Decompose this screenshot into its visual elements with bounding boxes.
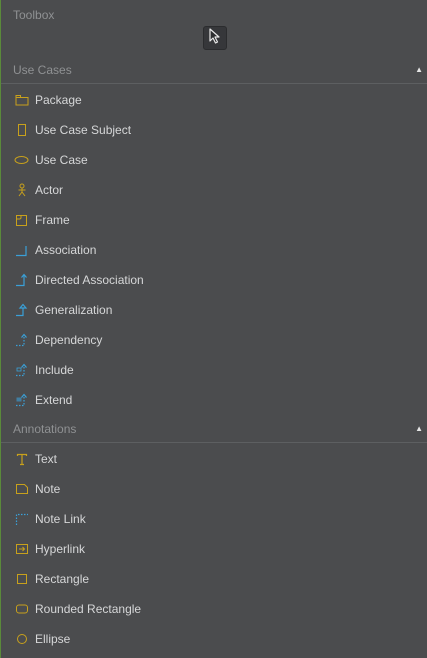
caret-up-icon[interactable]: ▲ bbox=[415, 65, 423, 74]
tool-use-case-subject[interactable]: Use Case Subject bbox=[1, 115, 427, 145]
tool-label: Rectangle bbox=[35, 572, 90, 586]
package-icon bbox=[14, 93, 29, 108]
tool-extend[interactable]: Extend bbox=[1, 385, 427, 415]
tool-label: Generalization bbox=[35, 303, 113, 317]
extend-icon bbox=[14, 393, 29, 408]
pointer-tool-row bbox=[1, 26, 427, 56]
actor-icon bbox=[14, 183, 29, 198]
tool-frame[interactable]: Frame bbox=[1, 205, 427, 235]
tool-hyperlink[interactable]: Hyperlink bbox=[1, 534, 427, 564]
cursor-arrow-icon bbox=[208, 27, 222, 49]
tool-package[interactable]: Package bbox=[1, 85, 427, 115]
tool-label: Extend bbox=[35, 393, 73, 407]
tool-label: Include bbox=[35, 363, 74, 377]
section-title: Use Cases bbox=[13, 62, 72, 77]
note-icon bbox=[14, 482, 29, 497]
section-items-use-cases: Package Use Case Subject Use Case Actor … bbox=[1, 84, 427, 415]
tool-note-link[interactable]: Note Link bbox=[1, 504, 427, 534]
tool-label: Use Case Subject bbox=[35, 123, 132, 137]
text-icon bbox=[14, 452, 29, 467]
tool-dependency[interactable]: Dependency bbox=[1, 325, 427, 355]
caret-up-icon[interactable]: ▲ bbox=[415, 424, 423, 433]
tool-association[interactable]: Association bbox=[1, 235, 427, 265]
tool-label: Actor bbox=[35, 183, 64, 197]
use-case-subject-icon bbox=[14, 123, 29, 138]
tool-label: Association bbox=[35, 243, 97, 257]
dependency-icon bbox=[14, 333, 29, 348]
use-case-icon bbox=[14, 153, 29, 168]
tool-label: Hyperlink bbox=[35, 542, 86, 556]
tool-label: Ellipse bbox=[35, 632, 71, 646]
tool-label: Text bbox=[35, 452, 58, 466]
tool-use-case[interactable]: Use Case bbox=[1, 145, 427, 175]
directed-association-icon bbox=[14, 273, 29, 288]
section-items-annotations: Text Note Note Link Hyperlink Rectangle bbox=[1, 443, 427, 654]
tool-include[interactable]: Include bbox=[1, 355, 427, 385]
tool-text[interactable]: Text bbox=[1, 444, 427, 474]
tool-label: Frame bbox=[35, 213, 70, 227]
tool-label: Note Link bbox=[35, 512, 86, 526]
section-header-use-cases[interactable]: Use Cases ▲ bbox=[1, 56, 427, 84]
tool-actor[interactable]: Actor bbox=[1, 175, 427, 205]
toolbox-panel: Toolbox Use Cases ▲ Package Use Case Sub… bbox=[0, 0, 427, 658]
tool-ellipse[interactable]: Ellipse bbox=[1, 624, 427, 654]
rectangle-icon bbox=[14, 572, 29, 587]
section-title: Annotations bbox=[13, 421, 77, 436]
ellipse-icon bbox=[14, 632, 29, 647]
association-icon bbox=[14, 243, 29, 258]
hyperlink-icon bbox=[14, 542, 29, 557]
toolbox-title: Toolbox bbox=[13, 8, 55, 22]
generalization-icon bbox=[14, 303, 29, 318]
tool-label: Note bbox=[35, 482, 61, 496]
tool-label: Rounded Rectangle bbox=[35, 602, 142, 616]
tool-label: Use Case bbox=[35, 153, 88, 167]
tool-generalization[interactable]: Generalization bbox=[1, 295, 427, 325]
rounded-rectangle-icon bbox=[14, 602, 29, 617]
tool-rounded-rectangle[interactable]: Rounded Rectangle bbox=[1, 594, 427, 624]
include-icon bbox=[14, 363, 29, 378]
frame-icon bbox=[14, 213, 29, 228]
tool-directed-association[interactable]: Directed Association bbox=[1, 265, 427, 295]
pointer-tool-button[interactable] bbox=[203, 26, 227, 50]
tool-label: Directed Association bbox=[35, 273, 144, 287]
tool-rectangle[interactable]: Rectangle bbox=[1, 564, 427, 594]
section-header-annotations[interactable]: Annotations ▲ bbox=[1, 415, 427, 443]
tool-note[interactable]: Note bbox=[1, 474, 427, 504]
tool-label: Dependency bbox=[35, 333, 103, 347]
tool-label: Package bbox=[35, 93, 82, 107]
note-link-icon bbox=[14, 512, 29, 527]
